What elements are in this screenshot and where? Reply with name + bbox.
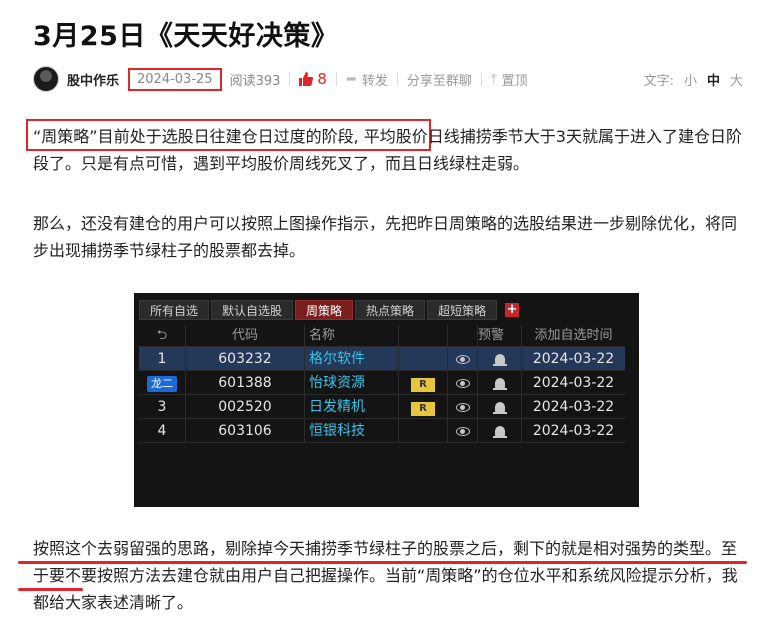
table-row[interactable]: 4 603106 恒银科技 2024-03-22 (139, 419, 625, 443)
tag-cell (399, 347, 448, 370)
column-name[interactable]: 名称 (305, 325, 399, 346)
divider (335, 72, 337, 86)
read-count: 阅读393 (229, 73, 281, 89)
tag-cell (399, 419, 448, 442)
added-date: 2024-03-22 (532, 375, 615, 391)
stock-code: 603232 (186, 347, 305, 370)
watchlist-table: ⮌ 代码 名称 预警 添加自选时间 1 603232 格尔软件 2024-03-… (139, 325, 625, 443)
tab-weekly-strategy[interactable]: 周策略 (295, 300, 354, 320)
paragraph-2: 那么，还没有建仓的用户可以按照上图操作指示，先把昨日周策略的选股结果进一步剔除优… (33, 214, 738, 260)
tab-default[interactable]: 默认自选股 (211, 300, 294, 320)
stock-name[interactable]: 格尔软件 (305, 347, 399, 370)
tab-all[interactable]: 所有自选 (139, 300, 210, 320)
highlighted-phrase: “周策略”目前处于选股日往建仓日过度的阶段, (33, 127, 359, 146)
r-tag: R (411, 402, 435, 416)
r-tag: R (411, 378, 435, 392)
font-size-small[interactable]: 小 (684, 70, 697, 89)
eye-icon-cell[interactable] (448, 419, 478, 442)
eye-icon[interactable] (455, 427, 470, 436)
column-tag (399, 325, 448, 346)
row-index: 龙二 (139, 371, 186, 394)
red-underline (18, 561, 747, 564)
stock-code: 601388 (186, 371, 305, 394)
stock-name[interactable]: 恒银科技 (305, 419, 399, 442)
dragon-badge: 龙二 (147, 376, 177, 392)
paragraph-1: “周策略”目前处于选股日往建仓日过度的阶段, 平均股价日线捕捞季节大于3天就属于… (33, 127, 742, 173)
font-size-large[interactable]: 大 (730, 70, 743, 89)
stock-name[interactable]: 怡球资源 (305, 371, 399, 394)
eye-icon[interactable] (455, 355, 470, 364)
share-to-group-button[interactable]: 分享至群聊 (407, 70, 472, 89)
bell-icon[interactable] (492, 354, 507, 366)
avatar[interactable] (33, 66, 59, 92)
eye-icon[interactable] (455, 403, 470, 412)
added-date: 2024-03-22 (532, 423, 615, 439)
tab-hotspot-strategy[interactable]: 热点策略 (355, 300, 426, 320)
thumbs-up-icon (299, 72, 314, 86)
watchlist-tabs: 所有自选 默认自选股 周策略 热点策略 超短策略 + (139, 300, 520, 320)
stock-watchlist-screenshot: 所有自选 默认自选股 周策略 热点策略 超短策略 + ⮌ 代码 名称 预警 添加… (134, 293, 639, 507)
table-row[interactable]: 龙二 601388 怡球资源 R 2024-03-22 (139, 371, 625, 395)
table-header: ⮌ 代码 名称 预警 添加自选时间 (139, 325, 625, 347)
table-row[interactable]: 1 603232 格尔软件 2024-03-22 (139, 347, 625, 371)
bell-icon[interactable] (492, 402, 507, 414)
bell-icon-cell[interactable] (478, 371, 522, 394)
bell-icon-cell[interactable] (478, 419, 522, 442)
eye-icon-cell[interactable] (448, 395, 478, 418)
font-size-label: 文字: (643, 73, 674, 89)
table-row[interactable]: 3 002520 日发精机 R 2024-03-22 (139, 395, 625, 419)
bell-icon-cell[interactable] (478, 395, 522, 418)
stock-name[interactable]: 日发精机 (305, 395, 399, 418)
like-count: 8 (317, 70, 327, 88)
tab-short-strategy[interactable]: 超短策略 (427, 300, 498, 320)
tag-cell: R (399, 371, 448, 394)
font-size-switch: 文字: 小 中 大 (634, 70, 743, 89)
divider (289, 72, 291, 86)
divider (480, 72, 482, 86)
bell-icon[interactable] (492, 426, 507, 438)
added-date: 2024-03-22 (532, 399, 615, 415)
column-alert[interactable]: 预警 (478, 325, 522, 346)
added-date: 2024-03-22 (532, 351, 615, 367)
eye-icon-cell[interactable] (448, 347, 478, 370)
publish-date: 2024-03-25 (128, 67, 222, 91)
stock-code: 603106 (186, 419, 305, 442)
eye-icon[interactable] (455, 379, 470, 388)
add-tab-button[interactable]: + (505, 303, 520, 317)
pin-top-icon: ⤒ (490, 71, 497, 87)
article-title: 3月25日《天天好决策》 (33, 21, 339, 52)
font-size-medium[interactable]: 中 (707, 70, 720, 89)
column-added-time[interactable]: 添加自选时间 (522, 325, 625, 346)
tag-cell: R (399, 395, 448, 418)
back-icon[interactable]: ⮌ (139, 325, 186, 346)
stock-code: 002520 (186, 395, 305, 418)
pin-button[interactable]: ⤒ 置顶 (491, 70, 528, 89)
row-index: 1 (139, 347, 186, 370)
paragraph-3: 按照这个去弱留强的思路，剔除掉今天捕捞季节绿柱子的股票之后，剩下的就是相对强势的… (33, 539, 738, 612)
divider (396, 72, 398, 86)
eye-icon-cell[interactable] (448, 371, 478, 394)
row-index: 3 (139, 395, 186, 418)
bell-icon-cell[interactable] (478, 347, 522, 370)
article-meta-bar: 股中作乐 2024-03-25 阅读393 8 ➦ 转发 分享至群聊 ⤒ 置顶 … (33, 64, 743, 94)
column-code[interactable]: 代码 (186, 325, 305, 346)
red-underline (18, 588, 83, 591)
row-index: 4 (139, 419, 186, 442)
column-eye (448, 325, 478, 346)
author-name[interactable]: 股中作乐 (67, 70, 119, 89)
bell-icon[interactable] (492, 378, 507, 390)
like-button[interactable]: 8 (299, 70, 327, 88)
forward-button[interactable]: ➦ 转发 (346, 70, 388, 89)
forward-arrow-icon: ➦ (345, 71, 357, 87)
